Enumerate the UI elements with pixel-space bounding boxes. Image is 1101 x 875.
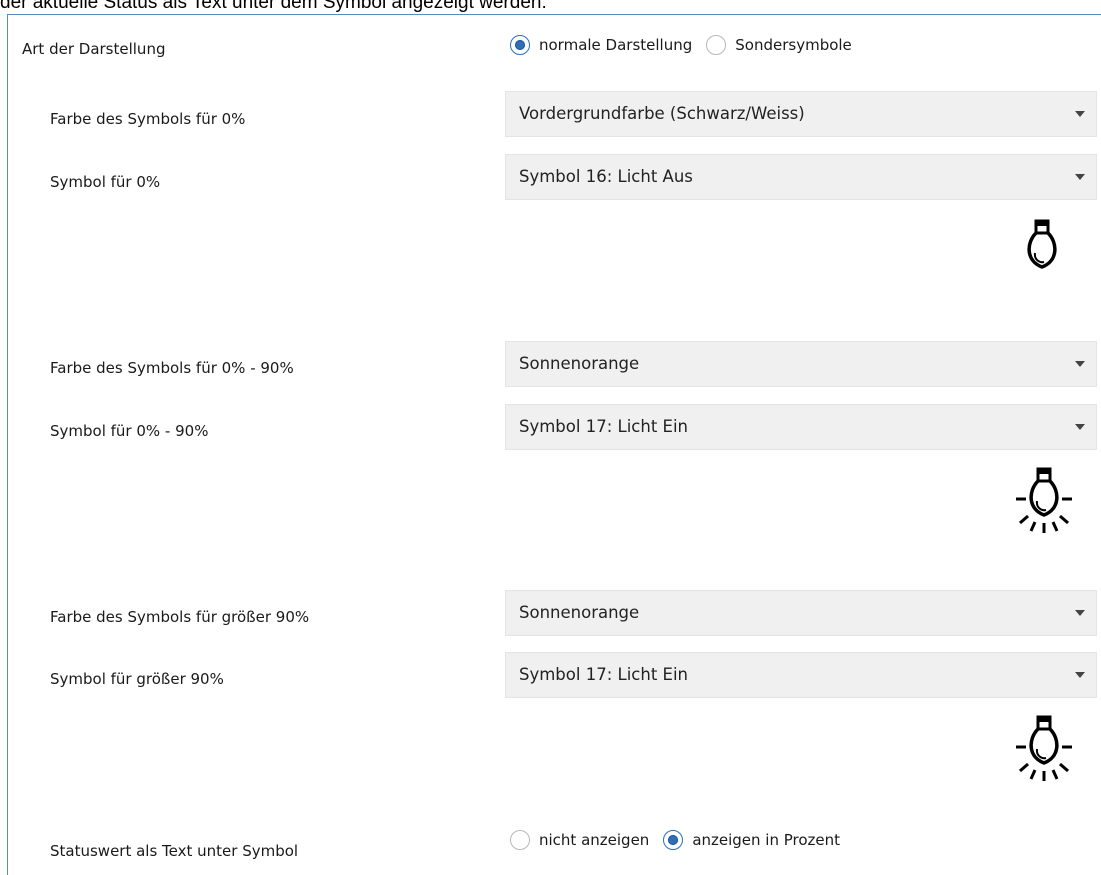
- color-0-select[interactable]: Vordergrundfarbe (Schwarz/Weiss): [505, 91, 1097, 137]
- chevron-down-icon: [1075, 111, 1085, 117]
- chevron-down-icon: [1075, 610, 1085, 616]
- symbol-90-select[interactable]: Symbol 17: Licht Ein: [505, 404, 1097, 450]
- color-gt90-label: Farbe des Symbols für größer 90%: [50, 608, 310, 626]
- display-mode-label: Art der Darstellung: [22, 40, 166, 58]
- status-text-radio-group: nicht anzeigen anzeigen in Prozent: [510, 830, 854, 850]
- chevron-down-icon: [1075, 424, 1085, 430]
- symbol-gt90-label: Symbol für größer 90%: [50, 670, 224, 688]
- radio-show-percent[interactable]: [663, 830, 684, 850]
- color-0-value: Vordergrundfarbe (Schwarz/Weiss): [519, 104, 805, 123]
- radio-special-symbols[interactable]: [706, 35, 727, 55]
- symbol-0-select[interactable]: Symbol 16: Licht Aus: [505, 154, 1097, 200]
- symbol-90-label: Symbol für 0% - 90%: [50, 422, 209, 440]
- symbol-0-label: Symbol für 0%: [50, 173, 161, 191]
- radio-show-percent-label[interactable]: anzeigen in Prozent: [692, 831, 840, 849]
- chevron-down-icon: [1075, 672, 1085, 678]
- chevron-down-icon: [1075, 361, 1085, 367]
- bulb-on-icon: [1016, 715, 1072, 781]
- intro-text: der aktuelle Status als Text unter dem S…: [0, 0, 547, 13]
- bulb-off-icon: [1027, 219, 1057, 269]
- radio-special-symbols-label[interactable]: Sondersymbole: [735, 36, 852, 54]
- color-90-select[interactable]: Sonnenorange: [505, 341, 1097, 387]
- color-90-value: Sonnenorange: [519, 354, 640, 373]
- chevron-down-icon: [1075, 174, 1085, 180]
- symbol-0-value: Symbol 16: Licht Aus: [519, 167, 693, 186]
- radio-normal-display-label[interactable]: normale Darstellung: [539, 36, 692, 54]
- color-gt90-value: Sonnenorange: [519, 603, 640, 622]
- radio-hide-status[interactable]: [510, 830, 530, 850]
- display-mode-radio-group: normale Darstellung Sondersymbole: [510, 35, 866, 55]
- symbol-90-value: Symbol 17: Licht Ein: [519, 417, 688, 436]
- symbol-gt90-value: Symbol 17: Licht Ein: [519, 665, 688, 684]
- radio-hide-status-label[interactable]: nicht anzeigen: [539, 831, 649, 849]
- symbol-gt90-select[interactable]: Symbol 17: Licht Ein: [505, 652, 1097, 698]
- status-text-label: Statuswert als Text unter Symbol: [50, 842, 299, 860]
- parameter-panel: Art der Darstellung normale Darstellung …: [7, 14, 1101, 875]
- color-gt90-select[interactable]: Sonnenorange: [505, 590, 1097, 636]
- radio-normal-display[interactable]: [510, 35, 530, 55]
- color-90-label: Farbe des Symbols für 0% - 90%: [50, 359, 294, 377]
- bulb-on-icon: [1016, 467, 1072, 533]
- color-0-label: Farbe des Symbols für 0%: [50, 110, 246, 128]
